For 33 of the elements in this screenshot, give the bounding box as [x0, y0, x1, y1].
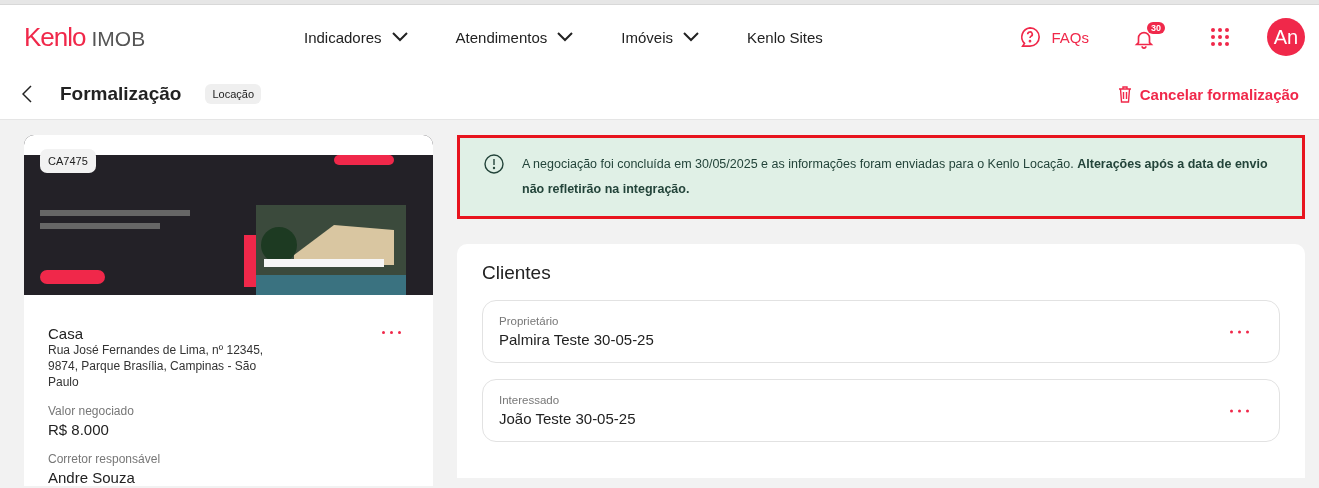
type-tag: Locação [205, 84, 262, 104]
client-name: Palmira Teste 30-05-25 [499, 331, 654, 348]
user-avatar[interactable]: An [1267, 18, 1305, 56]
faqs-link[interactable]: FAQs [1019, 26, 1089, 48]
more-button[interactable] [1228, 407, 1251, 414]
more-button[interactable] [380, 329, 403, 336]
trash-icon [1117, 85, 1132, 103]
alert-message: A negociação foi concluída em 30/05/2025 e as informações foram enviadas para o Kenlo Locação. Alterações após a data de envio não refletirão na integração. [522, 156, 1269, 198]
client-role: Interessado [499, 394, 561, 406]
apps-grid-icon[interactable] [1211, 28, 1229, 46]
client-name: João Teste 30-05-25 [499, 410, 636, 427]
nav-link[interactable]: Kenlo Sites [747, 28, 823, 46]
client-role: Proprietário [499, 315, 560, 327]
property-address: Rua José Fernandes de Lima, nº 12345, 9874, Parque Brasília, Campinas - São Paulo [48, 342, 265, 390]
section-title: Clientes [482, 262, 552, 284]
field-value: Andre Souza [48, 469, 136, 486]
page-title: Formalização [60, 83, 182, 105]
help-icon [1019, 26, 1042, 48]
more-button[interactable] [1228, 328, 1251, 335]
property-type: Casa [48, 325, 84, 342]
field-label: Valor negociado [48, 404, 135, 418]
field-value: R$ 8.000 [48, 421, 110, 438]
field-label: Corretor responsável [48, 452, 162, 466]
nav-link[interactable]: Atendimentos [455, 28, 574, 46]
kenlo-logo[interactable]: Kenlo IMOB [24, 21, 274, 53]
info-icon [484, 154, 504, 174]
notifications-button[interactable]: 30 [1133, 22, 1171, 52]
nav-link[interactable]: Imóveis [621, 28, 699, 46]
back-icon[interactable] [22, 85, 32, 103]
notification-count: 30 [1147, 22, 1165, 34]
nav-link[interactable]: Indicadores [304, 28, 408, 46]
cancel-button[interactable]: Cancelar formalização [1111, 84, 1305, 104]
property-code: CA7475 [40, 149, 96, 173]
